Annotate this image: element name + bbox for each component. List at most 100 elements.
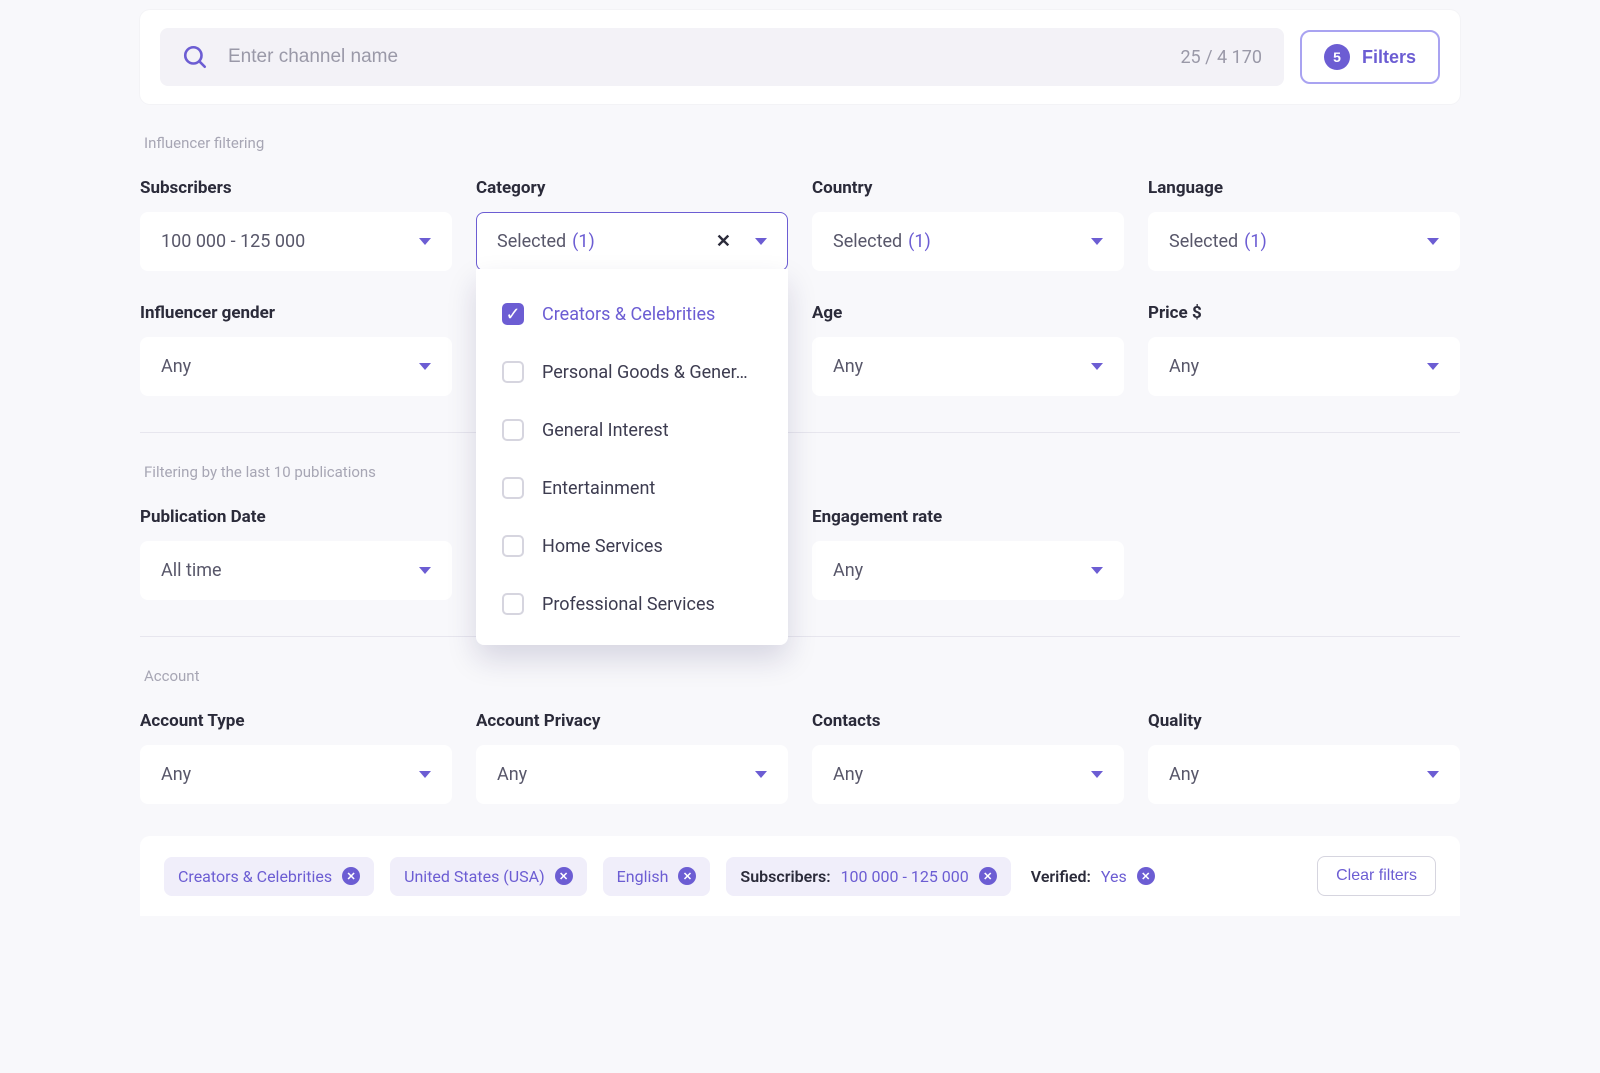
chevron-down-icon — [1427, 771, 1439, 778]
value-engagement-rate: Any — [833, 560, 863, 581]
chip-language: English ✕ — [603, 857, 711, 896]
chevron-down-icon — [1091, 567, 1103, 574]
category-option-label: Entertainment — [542, 478, 655, 499]
count-country: (1) — [908, 231, 931, 252]
select-account-type[interactable]: Any — [140, 745, 452, 804]
section-account: Account — [140, 667, 1460, 685]
category-option[interactable]: ✓ Creators & Celebrities — [476, 285, 788, 343]
category-option[interactable]: General Interest — [476, 401, 788, 459]
value-language: Selected — [1169, 231, 1238, 252]
value-account-type: Any — [161, 764, 191, 785]
select-publication-date[interactable]: All time — [140, 541, 452, 600]
chevron-down-icon — [755, 238, 767, 245]
chip-remove-icon[interactable]: ✕ — [1137, 867, 1155, 885]
category-option[interactable]: Entertainment — [476, 459, 788, 517]
label-influencer-gender: Influencer gender — [140, 303, 452, 323]
chip-country-label: United States (USA) — [404, 867, 545, 886]
filters-count-badge: 5 — [1324, 44, 1350, 70]
chevron-down-icon — [1427, 363, 1439, 370]
chevron-down-icon — [755, 771, 767, 778]
dropdown-category: ✓ Creators & Celebrities Personal Goods & … — [476, 269, 788, 645]
value-influencer-gender: Any — [161, 356, 191, 377]
chip-remove-icon[interactable]: ✕ — [555, 867, 573, 885]
select-engagement-rate[interactable]: Any — [812, 541, 1124, 600]
section-publications: Filtering by the last 10 publications — [140, 463, 1460, 481]
select-price[interactable]: Any — [1148, 337, 1460, 396]
chip-remove-icon[interactable]: ✕ — [678, 867, 696, 885]
chip-category: Creators & Celebrities ✕ — [164, 857, 374, 896]
label-age: Age — [812, 303, 1124, 323]
clear-category-icon[interactable]: ✕ — [716, 233, 731, 251]
select-quality[interactable]: Any — [1148, 745, 1460, 804]
value-age: Any — [833, 356, 863, 377]
chip-verified-key: Verified: — [1031, 867, 1091, 886]
chip-subscribers: Subscribers: 100 000 - 125 000 ✕ — [726, 857, 1010, 896]
label-contacts: Contacts — [812, 711, 1124, 731]
chip-country: United States (USA) ✕ — [390, 857, 587, 896]
chip-verified-value: Yes — [1101, 867, 1127, 886]
chevron-down-icon — [419, 238, 431, 245]
filters-button-label: Filters — [1362, 47, 1416, 68]
value-country: Selected — [833, 231, 902, 252]
chevron-down-icon — [1091, 238, 1103, 245]
chip-category-label: Creators & Celebrities — [178, 867, 332, 886]
select-account-privacy[interactable]: Any — [476, 745, 788, 804]
filters-button[interactable]: 5 Filters — [1300, 30, 1440, 84]
category-option-label: Professional Services — [542, 594, 715, 615]
label-account-privacy: Account Privacy — [476, 711, 788, 731]
checkbox-icon — [502, 535, 524, 557]
select-category[interactable]: Selected (1) ✕ — [476, 212, 788, 271]
search-input[interactable] — [226, 45, 1162, 69]
checkbox-icon: ✓ — [502, 303, 524, 325]
count-category: (1) — [572, 231, 595, 252]
checkbox-icon — [502, 419, 524, 441]
label-engagement-rate: Engagement rate — [812, 507, 1124, 527]
chip-verified: Verified: Yes ✕ — [1027, 857, 1159, 896]
label-account-type: Account Type — [140, 711, 452, 731]
section-influencer: Influencer filtering — [140, 134, 1460, 152]
checkbox-icon — [502, 593, 524, 615]
chevron-down-icon — [419, 567, 431, 574]
chevron-down-icon — [1091, 363, 1103, 370]
chip-subscribers-value: 100 000 - 125 000 — [841, 867, 969, 886]
value-contacts: Any — [833, 764, 863, 785]
value-account-privacy: Any — [497, 764, 527, 785]
category-option[interactable]: Personal Goods & Gener… — [476, 343, 788, 401]
chip-remove-icon[interactable]: ✕ — [979, 867, 997, 885]
value-price: Any — [1169, 356, 1199, 377]
search-result-count: 25 / 4 170 — [1180, 47, 1262, 68]
chevron-down-icon — [1427, 238, 1439, 245]
label-category: Category — [476, 178, 788, 198]
chip-remove-icon[interactable]: ✕ — [342, 867, 360, 885]
category-option[interactable]: Professional Services — [476, 575, 788, 633]
category-option-label: Home Services — [542, 536, 663, 557]
top-bar: 25 / 4 170 5 Filters — [140, 10, 1460, 104]
category-option-label: Creators & Celebrities — [542, 304, 715, 325]
checkbox-icon — [502, 477, 524, 499]
select-subscribers[interactable]: 100 000 - 125 000 — [140, 212, 452, 271]
value-quality: Any — [1169, 764, 1199, 785]
chevron-down-icon — [419, 771, 431, 778]
label-publication-date: Publication Date — [140, 507, 452, 527]
value-subscribers: 100 000 - 125 000 — [161, 231, 305, 252]
chevron-down-icon — [419, 363, 431, 370]
category-option-label: General Interest — [542, 420, 669, 441]
search-box[interactable]: 25 / 4 170 — [160, 28, 1284, 86]
select-language[interactable]: Selected (1) — [1148, 212, 1460, 271]
label-language: Language — [1148, 178, 1460, 198]
value-publication-date: All time — [161, 560, 222, 581]
checkbox-icon — [502, 361, 524, 383]
label-quality: Quality — [1148, 711, 1460, 731]
label-price: Price $ — [1148, 303, 1460, 323]
select-contacts[interactable]: Any — [812, 745, 1124, 804]
select-age[interactable]: Any — [812, 337, 1124, 396]
active-filters-bar: Creators & Celebrities ✕ United States (… — [140, 836, 1460, 916]
select-influencer-gender[interactable]: Any — [140, 337, 452, 396]
count-language: (1) — [1244, 231, 1267, 252]
select-country[interactable]: Selected (1) — [812, 212, 1124, 271]
category-option[interactable]: Home Services — [476, 517, 788, 575]
chip-language-label: English — [617, 867, 669, 886]
clear-filters-button[interactable]: Clear filters — [1317, 856, 1436, 896]
label-subscribers: Subscribers — [140, 178, 452, 198]
search-icon — [182, 44, 208, 70]
